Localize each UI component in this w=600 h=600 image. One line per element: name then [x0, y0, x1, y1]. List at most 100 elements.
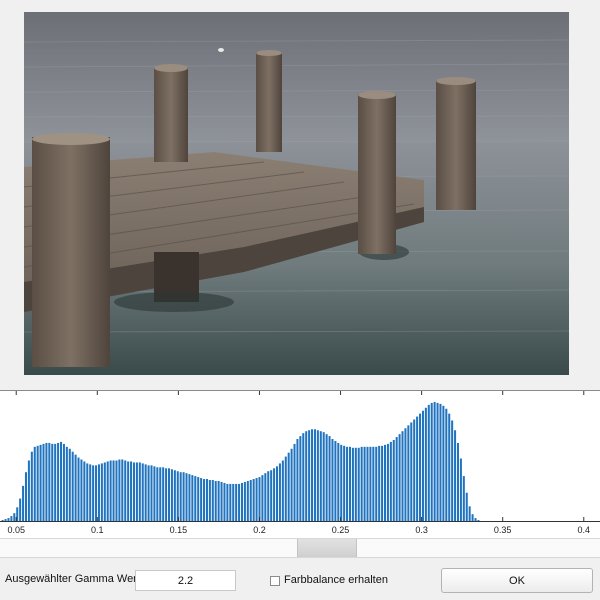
- histogram-bar: [424, 407, 427, 521]
- histogram-bar: [95, 465, 98, 521]
- histogram-bar: [258, 477, 261, 521]
- histogram-bar: [19, 498, 22, 521]
- histogram-bar: [398, 434, 401, 521]
- histogram-bar: [226, 483, 229, 521]
- x-tick-label: 0.2: [253, 525, 266, 535]
- histogram-bar: [48, 442, 51, 521]
- histogram-bar: [165, 468, 168, 521]
- histogram-bar: [296, 439, 299, 521]
- histogram-bar: [24, 472, 27, 521]
- histogram-bar: [363, 446, 366, 521]
- histogram-bar: [313, 429, 316, 521]
- histogram-bar: [200, 478, 203, 521]
- histogram-bar: [150, 465, 153, 521]
- image-preview-panel: [0, 0, 600, 390]
- gamma-label: Ausgewählter Gamma Wert: [5, 573, 140, 585]
- histogram-bar: [445, 408, 448, 521]
- histogram-bar: [13, 513, 16, 521]
- histogram-bar: [173, 470, 176, 521]
- histogram-bar: [130, 461, 133, 521]
- histogram-bar: [77, 457, 80, 521]
- histogram-bar: [448, 413, 451, 521]
- x-axis-ticks: 0.05 0.1 0.15 0.2 0.25 0.3 0.35 0.4: [7, 391, 590, 535]
- histogram-bar: [331, 439, 334, 521]
- x-tick-label: 0.3: [415, 525, 428, 535]
- histogram-bars: [1, 401, 480, 521]
- histogram-bar: [366, 446, 369, 521]
- histogram-bar: [80, 459, 83, 521]
- histogram-bar: [223, 482, 226, 521]
- gamma-value-input[interactable]: [135, 570, 236, 591]
- histogram-bar: [109, 460, 112, 521]
- histogram-bar: [419, 413, 422, 521]
- histogram-bar: [92, 465, 95, 521]
- histogram-bar: [7, 518, 10, 521]
- histogram-bar: [36, 445, 39, 521]
- histogram-bar: [433, 401, 436, 521]
- histogram-bar: [246, 480, 249, 521]
- histogram-bar: [340, 444, 343, 521]
- histogram-bar: [65, 446, 68, 521]
- histogram-bar: [141, 463, 144, 521]
- histogram-bar: [153, 466, 156, 521]
- histogram-bar: [252, 479, 255, 521]
- histogram-bar: [1, 520, 4, 521]
- histogram-bar: [33, 446, 36, 521]
- histogram-bar: [477, 520, 480, 521]
- histogram-bar: [372, 446, 375, 521]
- histogram-bar: [249, 480, 252, 521]
- histogram-bar: [369, 446, 372, 521]
- histogram-bar: [381, 445, 384, 521]
- histogram-bar: [322, 432, 325, 521]
- histogram-bar: [465, 492, 468, 521]
- histogram-bar: [404, 428, 407, 521]
- histogram-bar: [232, 483, 235, 521]
- histogram-bar: [147, 465, 150, 521]
- colorbalance-checkbox[interactable]: [270, 576, 280, 586]
- histogram-bar: [205, 479, 208, 521]
- histogram-bar: [220, 481, 223, 521]
- histogram-bar: [121, 459, 124, 521]
- histogram-bar: [168, 468, 171, 521]
- histogram-bar: [386, 443, 389, 521]
- histogram-bar: [474, 518, 477, 521]
- histogram-bar: [188, 474, 191, 521]
- histogram-bar: [71, 451, 74, 521]
- gamma-slider-thumb[interactable]: [297, 539, 357, 557]
- histogram-bar: [214, 480, 217, 521]
- histogram-bar: [255, 478, 258, 521]
- histogram-bar: [229, 483, 232, 521]
- histogram-bar: [468, 506, 471, 521]
- histogram-bar: [203, 479, 206, 521]
- gamma-slider[interactable]: [0, 538, 600, 558]
- x-tick-label: 0.4: [578, 525, 591, 535]
- histogram-bar: [60, 441, 63, 521]
- histogram-bar: [10, 516, 13, 521]
- x-tick-label: 0.15: [170, 525, 188, 535]
- histogram-bar: [421, 410, 424, 521]
- histogram-bar: [51, 443, 54, 521]
- x-tick-label: 0.25: [332, 525, 350, 535]
- x-tick-label: 0.1: [91, 525, 104, 535]
- histogram-bar: [354, 447, 357, 521]
- histogram-bar: [267, 471, 270, 521]
- ok-button[interactable]: OK: [441, 568, 593, 593]
- histogram-bar: [138, 462, 141, 521]
- histogram-bar: [308, 430, 311, 521]
- histogram-bar: [159, 467, 162, 521]
- histogram-bar: [39, 444, 42, 521]
- histogram-bar: [176, 471, 179, 521]
- histogram-bar: [30, 451, 33, 521]
- histogram-bar: [4, 519, 7, 521]
- histogram-bar: [144, 464, 147, 521]
- histogram-bar: [407, 425, 410, 521]
- histogram-bar: [416, 416, 419, 521]
- histogram-bar: [436, 402, 439, 521]
- histogram-bar: [290, 448, 293, 521]
- histogram-bar: [217, 480, 220, 521]
- histogram-bar: [86, 463, 89, 521]
- histogram-bar: [430, 402, 433, 521]
- histogram-bar: [389, 441, 392, 521]
- histogram-bar: [351, 447, 354, 521]
- x-tick-label: 0.35: [494, 525, 512, 535]
